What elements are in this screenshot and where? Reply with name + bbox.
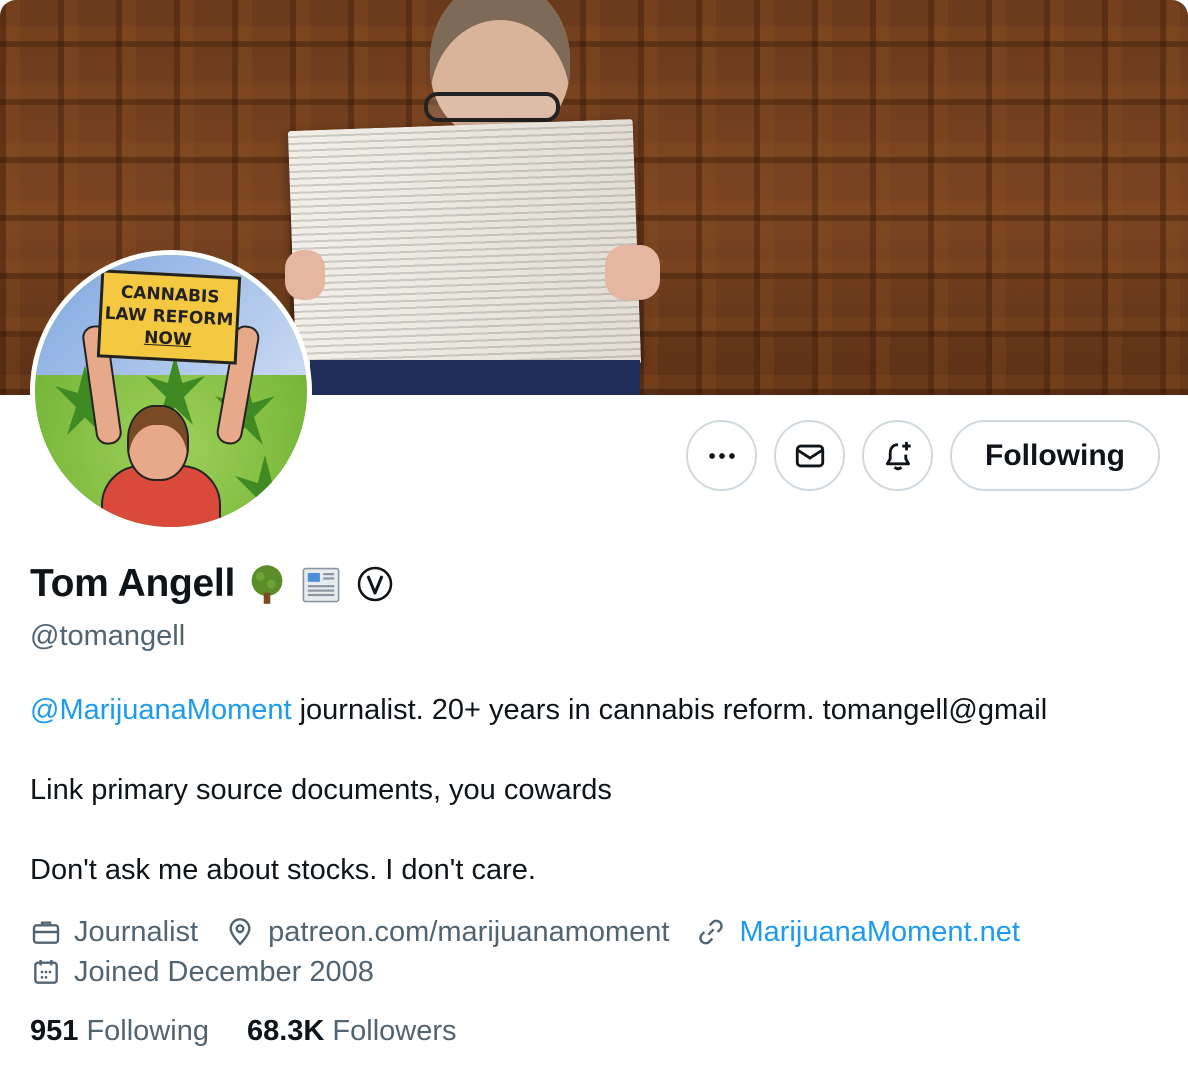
following-count: 951 bbox=[30, 1015, 79, 1047]
location-pin-icon bbox=[229, 918, 251, 946]
briefcase-icon bbox=[32, 921, 60, 944]
following-label: Following bbox=[86, 1015, 209, 1047]
cannabis-leaf-icon bbox=[235, 455, 295, 525]
meta-location-text: patreon.com/marijuanamoment bbox=[268, 915, 670, 948]
meta-profession-text: Journalist bbox=[74, 915, 199, 948]
banner-shirt bbox=[310, 360, 640, 395]
sign-line-3: NOW bbox=[143, 327, 193, 351]
more-button[interactable] bbox=[686, 420, 758, 491]
avatar-protest-sign: CANNABIS LAW REFORM NOW bbox=[96, 269, 242, 365]
profile-meta: Journalist patreon.com/marijuanamoment M… bbox=[30, 912, 1046, 992]
bio-mention-link[interactable]: @MarijuanaMoment bbox=[30, 694, 292, 726]
meta-joined-text: Joined December 2008 bbox=[74, 955, 374, 988]
tree-emoji-icon bbox=[245, 562, 289, 606]
following-stat[interactable]: 951 Following bbox=[30, 1015, 209, 1048]
profile-avatar[interactable]: CANNABIS LAW REFORM NOW bbox=[30, 250, 312, 532]
bio-line-1-text: journalist. 20+ years in cannabis reform… bbox=[291, 694, 1048, 726]
meta-joined: Joined December 2008 bbox=[30, 956, 374, 989]
message-button[interactable] bbox=[774, 420, 846, 491]
profile-handle: @tomangell bbox=[30, 620, 186, 652]
meta-row-2: Joined December 2008 bbox=[30, 952, 1046, 992]
followers-stat[interactable]: 68.3K Followers bbox=[247, 1015, 457, 1048]
banner-newspaper bbox=[287, 119, 642, 376]
meta-location: patreon.com/marijuanamoment bbox=[224, 916, 669, 949]
bio-line-3: Don't ask me about stocks. I don't care. bbox=[30, 854, 536, 886]
profile-actions: Following bbox=[686, 420, 1160, 491]
bell-plus-icon bbox=[885, 441, 911, 470]
notifications-button[interactable] bbox=[862, 420, 934, 491]
meta-website[interactable]: MarijuanaMoment.net bbox=[695, 916, 1020, 949]
meta-website-link[interactable]: MarijuanaMoment.net bbox=[739, 916, 1019, 949]
following-button[interactable]: Following bbox=[950, 420, 1160, 491]
v-circled-badge-icon bbox=[353, 562, 397, 606]
newspaper-emoji-icon bbox=[299, 562, 343, 606]
avatar-person-head bbox=[127, 405, 189, 481]
profile-bio: @MarijuanaMoment journalist. 20+ years i… bbox=[30, 690, 1047, 890]
profile-name: Tom Angell bbox=[30, 562, 235, 605]
banner-glasses bbox=[424, 92, 560, 122]
profile-stats: 951 Following 68.3K Followers bbox=[30, 1015, 457, 1048]
link-icon bbox=[699, 919, 724, 945]
followers-count: 68.3K bbox=[246, 1015, 325, 1047]
bio-line-2: Link primary source documents, you cowar… bbox=[30, 774, 612, 806]
banner-hand-right bbox=[605, 245, 660, 300]
meta-profession: Journalist bbox=[30, 916, 198, 949]
bio-line-1: @MarijuanaMoment journalist. 20+ years i… bbox=[30, 690, 1047, 730]
ellipsis-icon bbox=[708, 452, 735, 459]
calendar-icon bbox=[34, 960, 58, 984]
meta-row-1: Journalist patreon.com/marijuanamoment M… bbox=[30, 912, 1046, 952]
followers-label: Followers bbox=[332, 1015, 457, 1047]
envelope-icon bbox=[795, 444, 824, 467]
profile-name-row: Tom Angell bbox=[30, 562, 397, 606]
